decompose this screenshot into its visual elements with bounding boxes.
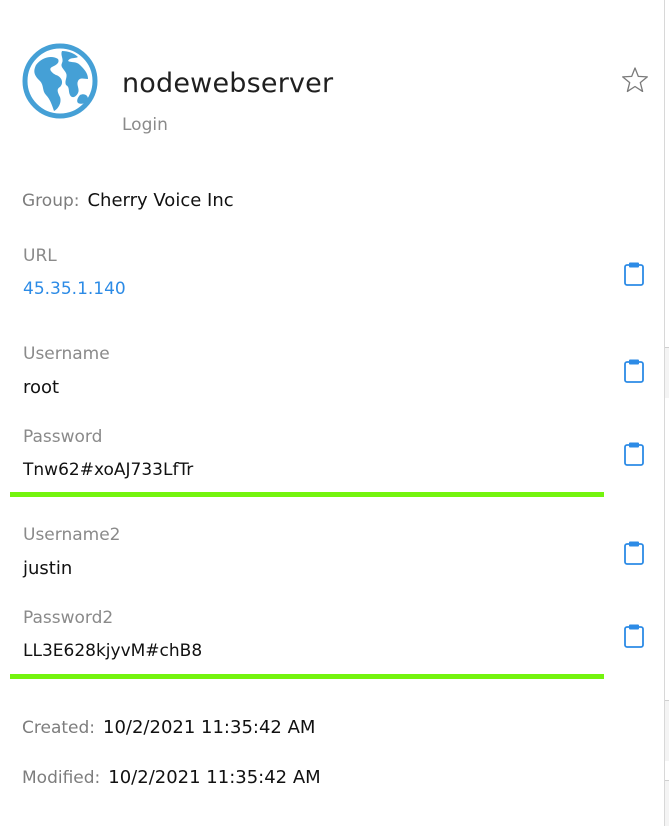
group-value: Cherry Voice Inc <box>87 190 234 211</box>
group-label: Group: <box>22 191 80 211</box>
password-value[interactable]: Tnw62#xoAJ733LfTr <box>23 460 193 480</box>
modified-label: Modified: <box>22 768 101 788</box>
clipboard-icon[interactable] <box>623 623 645 649</box>
background-window-fragment <box>665 700 669 761</box>
password-label: Password <box>23 427 103 447</box>
background-window-fragment <box>665 780 669 826</box>
password2-label: Password2 <box>23 608 114 628</box>
created-value: 10/2/2021 11:35:42 AM <box>103 717 316 738</box>
password2-value[interactable]: LL3E628kjyvM#chB8 <box>23 641 202 661</box>
modified-value: 10/2/2021 11:35:42 AM <box>108 767 321 788</box>
entry-type: Login <box>122 115 168 135</box>
url-link[interactable]: 45.35.1.140 <box>23 279 126 299</box>
star-icon[interactable] <box>621 66 649 94</box>
globe-icon <box>22 43 98 119</box>
username-value[interactable]: root <box>23 377 59 398</box>
created-label: Created: <box>22 718 96 738</box>
password-strength-bar <box>10 492 604 497</box>
clipboard-icon[interactable] <box>623 261 645 287</box>
username2-label: Username2 <box>23 525 121 545</box>
window-edge <box>664 0 669 826</box>
clipboard-icon[interactable] <box>623 540 645 566</box>
password2-strength-bar <box>10 674 604 679</box>
created-row: Created: 10/2/2021 11:35:42 AM <box>22 717 315 738</box>
background-window-fragment <box>665 347 669 398</box>
entry-details-panel: nodewebserver Login Group: Cherry Voice I… <box>0 0 664 826</box>
clipboard-icon[interactable] <box>623 441 645 467</box>
username-label: Username <box>23 344 110 364</box>
url-label: URL <box>23 246 57 266</box>
entry-title: nodewebserver <box>122 68 334 99</box>
group-row: Group: Cherry Voice Inc <box>22 190 234 211</box>
username2-value[interactable]: justin <box>23 558 72 579</box>
clipboard-icon[interactable] <box>623 358 645 384</box>
modified-row: Modified: 10/2/2021 11:35:42 AM <box>22 767 321 788</box>
